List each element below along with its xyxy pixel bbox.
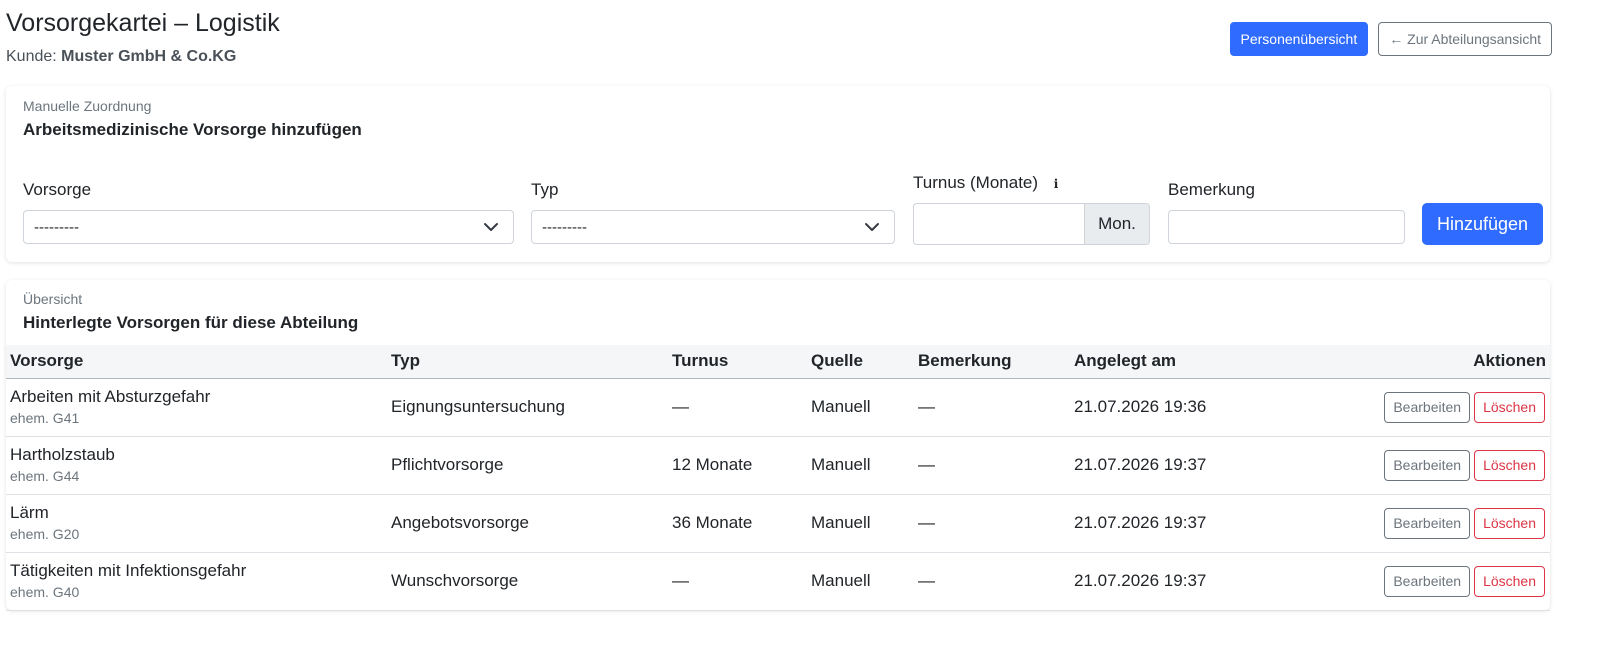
turnus-cell: — bbox=[668, 552, 807, 611]
vorsorge-cell: Tätigkeiten mit Infektionsgefahr ehem. G4… bbox=[6, 552, 387, 611]
header-actions: Personenübersicht ← Zur Abteilungsansich… bbox=[1229, 22, 1552, 56]
chevron-down-icon bbox=[865, 223, 879, 231]
info-icon[interactable]: i bbox=[1048, 176, 1064, 192]
typ-cell: Angebotsvorsorge bbox=[387, 494, 668, 553]
customer-label: Kunde: bbox=[6, 48, 57, 65]
table-header-row: Vorsorge Typ Turnus Quelle Bemerkung Ang… bbox=[6, 345, 1550, 379]
angelegt-cell: 21.07.2026 19:36 bbox=[1070, 378, 1290, 437]
card-heading: Hinterlegte Vorsorgen für diese Abteilun… bbox=[23, 313, 359, 332]
table-row: Hartholzstaub ehem. G44 Pflichtvorsorge 1… bbox=[6, 436, 1550, 495]
turnus-cell: — bbox=[668, 378, 807, 437]
column-header: Vorsorge bbox=[6, 345, 387, 379]
typ-cell: Pflichtvorsorge bbox=[387, 436, 668, 495]
actions-cell: Bearbeiten Löschen bbox=[1290, 552, 1550, 611]
actions-cell: Bearbeiten Löschen bbox=[1290, 436, 1550, 495]
quelle-cell: Manuell bbox=[807, 494, 914, 553]
card-eyebrow: Übersicht bbox=[23, 291, 83, 307]
bemerkung-cell: — bbox=[914, 436, 1070, 495]
actions-cell: Bearbeiten Löschen bbox=[1290, 378, 1550, 437]
typ-label: Typ bbox=[531, 180, 559, 199]
vorsorge-code: ehem. G20 bbox=[10, 526, 80, 542]
bemerkung-cell: — bbox=[914, 552, 1070, 611]
angelegt-cell: 21.07.2026 19:37 bbox=[1070, 552, 1290, 611]
turnus-label-text: Turnus (Monate) bbox=[913, 173, 1039, 192]
vorsorge-name: Tätigkeiten mit Infektionsgefahr bbox=[10, 561, 247, 580]
column-header: Angelegt am bbox=[1070, 345, 1290, 379]
vorsorge-name: Arbeiten mit Absturzgefahr bbox=[10, 387, 211, 406]
delete-button[interactable]: Löschen bbox=[1474, 391, 1545, 423]
persons-overview-button[interactable]: Personenübersicht bbox=[1229, 22, 1369, 56]
card-heading: Arbeitsmedizinische Vorsorge hinzufügen bbox=[23, 120, 362, 139]
customer-line: Kunde: Muster GmbH & Co.KG bbox=[6, 46, 236, 68]
angelegt-cell: 21.07.2026 19:37 bbox=[1070, 436, 1290, 495]
turnus-label: Turnus (Monate) i bbox=[913, 173, 1064, 193]
vorsorge-table: Vorsorge Typ Turnus Quelle Bemerkung Ang… bbox=[6, 345, 1550, 611]
edit-button[interactable]: Bearbeiten bbox=[1384, 507, 1471, 539]
column-header: Turnus bbox=[668, 345, 807, 379]
vorsorge-name: Hartholzstaub bbox=[10, 445, 115, 464]
edit-button[interactable]: Bearbeiten bbox=[1384, 391, 1471, 423]
table-row: Arbeiten mit Absturzgefahr ehem. G41 Eign… bbox=[6, 378, 1550, 437]
quelle-cell: Manuell bbox=[807, 552, 914, 611]
quelle-cell: Manuell bbox=[807, 378, 914, 437]
vorsorge-code: ehem. G41 bbox=[10, 410, 80, 426]
add-button[interactable]: Hinzufügen bbox=[1422, 203, 1544, 245]
column-header: Typ bbox=[387, 345, 668, 379]
edit-button[interactable]: Bearbeiten bbox=[1384, 449, 1471, 481]
bemerkung-input[interactable] bbox=[1168, 210, 1405, 244]
turnus-input[interactable] bbox=[913, 203, 1084, 245]
card-eyebrow: Manuelle Zuordnung bbox=[23, 98, 152, 114]
turnus-cell: 12 Monate bbox=[668, 436, 807, 495]
delete-button[interactable]: Löschen bbox=[1474, 565, 1545, 597]
vorsorge-code: ehem. G44 bbox=[10, 468, 80, 484]
page: Vorsorgekartei – Logistik Kunde: Muster … bbox=[0, 0, 1602, 654]
page-title: Vorsorgekartei – Logistik bbox=[6, 9, 280, 37]
back-to-department-button[interactable]: ← Zur Abteilungsansicht bbox=[1378, 22, 1552, 56]
bemerkung-cell: — bbox=[914, 378, 1070, 437]
typ-cell: Eignungsuntersuchung bbox=[387, 378, 668, 437]
table-row: Tätigkeiten mit Infektionsgefahr ehem. G4… bbox=[6, 552, 1550, 611]
vorsorge-cell: Lärm ehem. G20 bbox=[6, 494, 387, 553]
angelegt-cell: 21.07.2026 19:37 bbox=[1070, 494, 1290, 553]
vorsorge-label: Vorsorge bbox=[23, 180, 92, 199]
vorsorge-code: ehem. G40 bbox=[10, 584, 80, 600]
turnus-input-group: Mon. bbox=[913, 203, 1150, 245]
vorsorge-cell: Arbeiten mit Absturzgefahr ehem. G41 bbox=[6, 378, 387, 437]
column-header: Aktionen bbox=[1290, 345, 1550, 379]
quelle-cell: Manuell bbox=[807, 436, 914, 495]
add-vorsorge-card: Manuelle Zuordnung Arbeitsmedizinische V… bbox=[6, 86, 1550, 262]
chevron-down-icon bbox=[484, 223, 498, 231]
column-header: Bemerkung bbox=[914, 345, 1070, 379]
edit-button[interactable]: Bearbeiten bbox=[1384, 565, 1471, 597]
bemerkung-cell: — bbox=[914, 494, 1070, 553]
vorsorge-name: Lärm bbox=[10, 503, 49, 522]
actions-cell: Bearbeiten Löschen bbox=[1290, 494, 1550, 553]
column-header: Quelle bbox=[807, 345, 914, 379]
delete-button[interactable]: Löschen bbox=[1474, 449, 1545, 481]
typ-cell: Wunschvorsorge bbox=[387, 552, 668, 611]
bemerkung-label: Bemerkung bbox=[1168, 180, 1255, 199]
table-row: Lärm ehem. G20 Angebotsvorsorge 36 Monate… bbox=[6, 494, 1550, 553]
turnus-unit-addon: Mon. bbox=[1084, 203, 1150, 245]
customer-name: Muster GmbH & Co.KG bbox=[61, 48, 237, 65]
turnus-cell: 36 Monate bbox=[668, 494, 807, 553]
delete-button[interactable]: Löschen bbox=[1474, 507, 1545, 539]
vorsorge-select-value: --------- bbox=[34, 218, 79, 236]
typ-select-value: --------- bbox=[542, 218, 587, 236]
typ-select[interactable]: --------- bbox=[531, 210, 895, 244]
vorsorge-cell: Hartholzstaub ehem. G44 bbox=[6, 436, 387, 495]
vorsorge-select[interactable]: --------- bbox=[23, 210, 514, 244]
